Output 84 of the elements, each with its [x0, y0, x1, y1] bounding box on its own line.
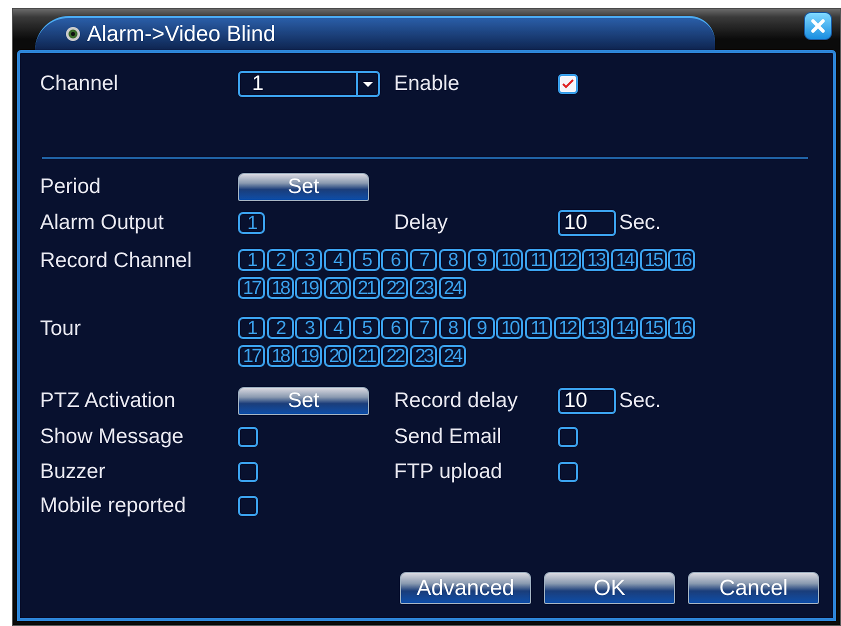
channel-toggle[interactable]: 20 [324, 277, 352, 299]
channel-toggle[interactable]: 13 [582, 249, 610, 271]
channel-label: Channel [40, 72, 120, 96]
option-label: Send Email [394, 425, 502, 449]
enable-label: Enable [394, 72, 460, 96]
unit-label: Sec. [619, 211, 662, 235]
channel-toggle[interactable]: 8 [438, 249, 466, 271]
record-delay-field[interactable]: 10 [558, 388, 616, 414]
period-set-button[interactable]: Set [238, 173, 369, 201]
channel-toggle[interactable]: 18 [266, 345, 294, 367]
channel-toggle[interactable]: 19 [295, 277, 322, 299]
channel-toggle[interactable]: 10 [496, 249, 524, 271]
dialog-button[interactable]: Cancel [688, 572, 819, 604]
channel-toggle[interactable]: 4 [324, 249, 352, 271]
record-delay-label: Record delay [394, 389, 519, 413]
channel-toggle[interactable]: 1 [238, 212, 265, 234]
channel-toggle[interactable]: 11 [524, 249, 552, 271]
channel-toggle[interactable]: 8 [438, 317, 466, 339]
channel-toggle[interactable]: 4 [324, 317, 352, 339]
checkmark-icon [562, 79, 574, 89]
channel-toggle[interactable]: 19 [295, 345, 322, 367]
channel-toggle[interactable]: 16 [668, 317, 696, 339]
channel-toggle[interactable]: 24 [438, 345, 466, 367]
channel-toggle[interactable]: 2 [266, 249, 294, 271]
channel-toggle[interactable]: 6 [381, 249, 408, 271]
channel-toggle[interactable]: 11 [524, 317, 552, 339]
channel-toggle[interactable]: 23 [410, 345, 438, 367]
close-icon [810, 18, 826, 34]
channel-toggle[interactable]: 22 [381, 345, 408, 367]
channel-toggle[interactable]: 24 [438, 277, 466, 299]
option-label: FTP upload [394, 460, 504, 484]
period-label: Period [40, 175, 102, 199]
channel-toggle[interactable]: 20 [324, 345, 352, 367]
ptz-set-button[interactable]: Set [238, 387, 369, 415]
channel-toggle[interactable]: 7 [410, 317, 438, 339]
unit-label: Sec. [619, 389, 662, 413]
option-checkbox[interactable] [238, 496, 258, 516]
option-checkbox[interactable] [238, 427, 258, 447]
delay-field[interactable]: 10 [558, 210, 616, 236]
channel-toggle[interactable]: 23 [410, 277, 438, 299]
alarm-output-label: Alarm Output [40, 211, 165, 235]
channel-toggle[interactable]: 9 [468, 249, 494, 271]
ptz-activation-label: PTZ Activation [40, 389, 176, 413]
channel-toggle[interactable]: 3 [295, 317, 322, 339]
channel-toggle[interactable]: 5 [352, 249, 380, 271]
option-checkbox[interactable] [558, 427, 578, 447]
channel-toggle[interactable]: 3 [295, 249, 322, 271]
channel-toggle[interactable]: 13 [582, 317, 610, 339]
channel-toggle[interactable]: 1 [238, 317, 265, 339]
channel-toggle[interactable]: 14 [610, 317, 638, 339]
channel-toggle[interactable]: 14 [610, 249, 638, 271]
delay-label: Delay [394, 211, 449, 235]
option-label: Show Message [40, 425, 185, 449]
channel-toggle[interactable]: 17 [238, 345, 265, 367]
channel-toggle[interactable]: 5 [352, 317, 380, 339]
record-channel-label: Record Channel [40, 249, 193, 273]
option-checkbox[interactable] [238, 462, 258, 482]
option-checkbox[interactable] [558, 462, 578, 482]
option-label: Mobile reported [40, 494, 187, 518]
channel-toggle[interactable]: 16 [668, 249, 696, 271]
channel-dropdown[interactable]: 1 [238, 71, 380, 97]
channel-toggle[interactable]: 7 [410, 249, 438, 271]
channel-toggle[interactable]: 12 [554, 317, 581, 339]
channel-toggle[interactable]: 2 [266, 317, 294, 339]
window-title: Alarm->Video Blind [87, 21, 276, 47]
dialog-button[interactable]: OK [544, 572, 675, 604]
channel-toggle[interactable]: 17 [238, 277, 265, 299]
channel-toggle[interactable]: 22 [381, 277, 408, 299]
channel-toggle[interactable]: 18 [266, 277, 294, 299]
channel-toggle[interactable]: 21 [352, 345, 380, 367]
channel-toggle[interactable]: 1 [238, 249, 265, 271]
close-button[interactable] [804, 12, 832, 40]
channel-toggle[interactable]: 10 [496, 317, 524, 339]
channel-toggle[interactable]: 6 [381, 317, 408, 339]
channel-toggle[interactable]: 12 [554, 249, 581, 271]
channel-toggle[interactable]: 15 [640, 317, 667, 339]
channel-toggle[interactable]: 21 [352, 277, 380, 299]
channel-toggle[interactable]: 9 [468, 317, 494, 339]
camera-icon [65, 26, 81, 42]
enable-checkbox[interactable] [558, 74, 578, 94]
option-label: Buzzer [40, 460, 106, 484]
channel-toggle[interactable]: 15 [640, 249, 667, 271]
tour-label: Tour [40, 317, 82, 341]
dialog-button[interactable]: Advanced [400, 572, 531, 604]
